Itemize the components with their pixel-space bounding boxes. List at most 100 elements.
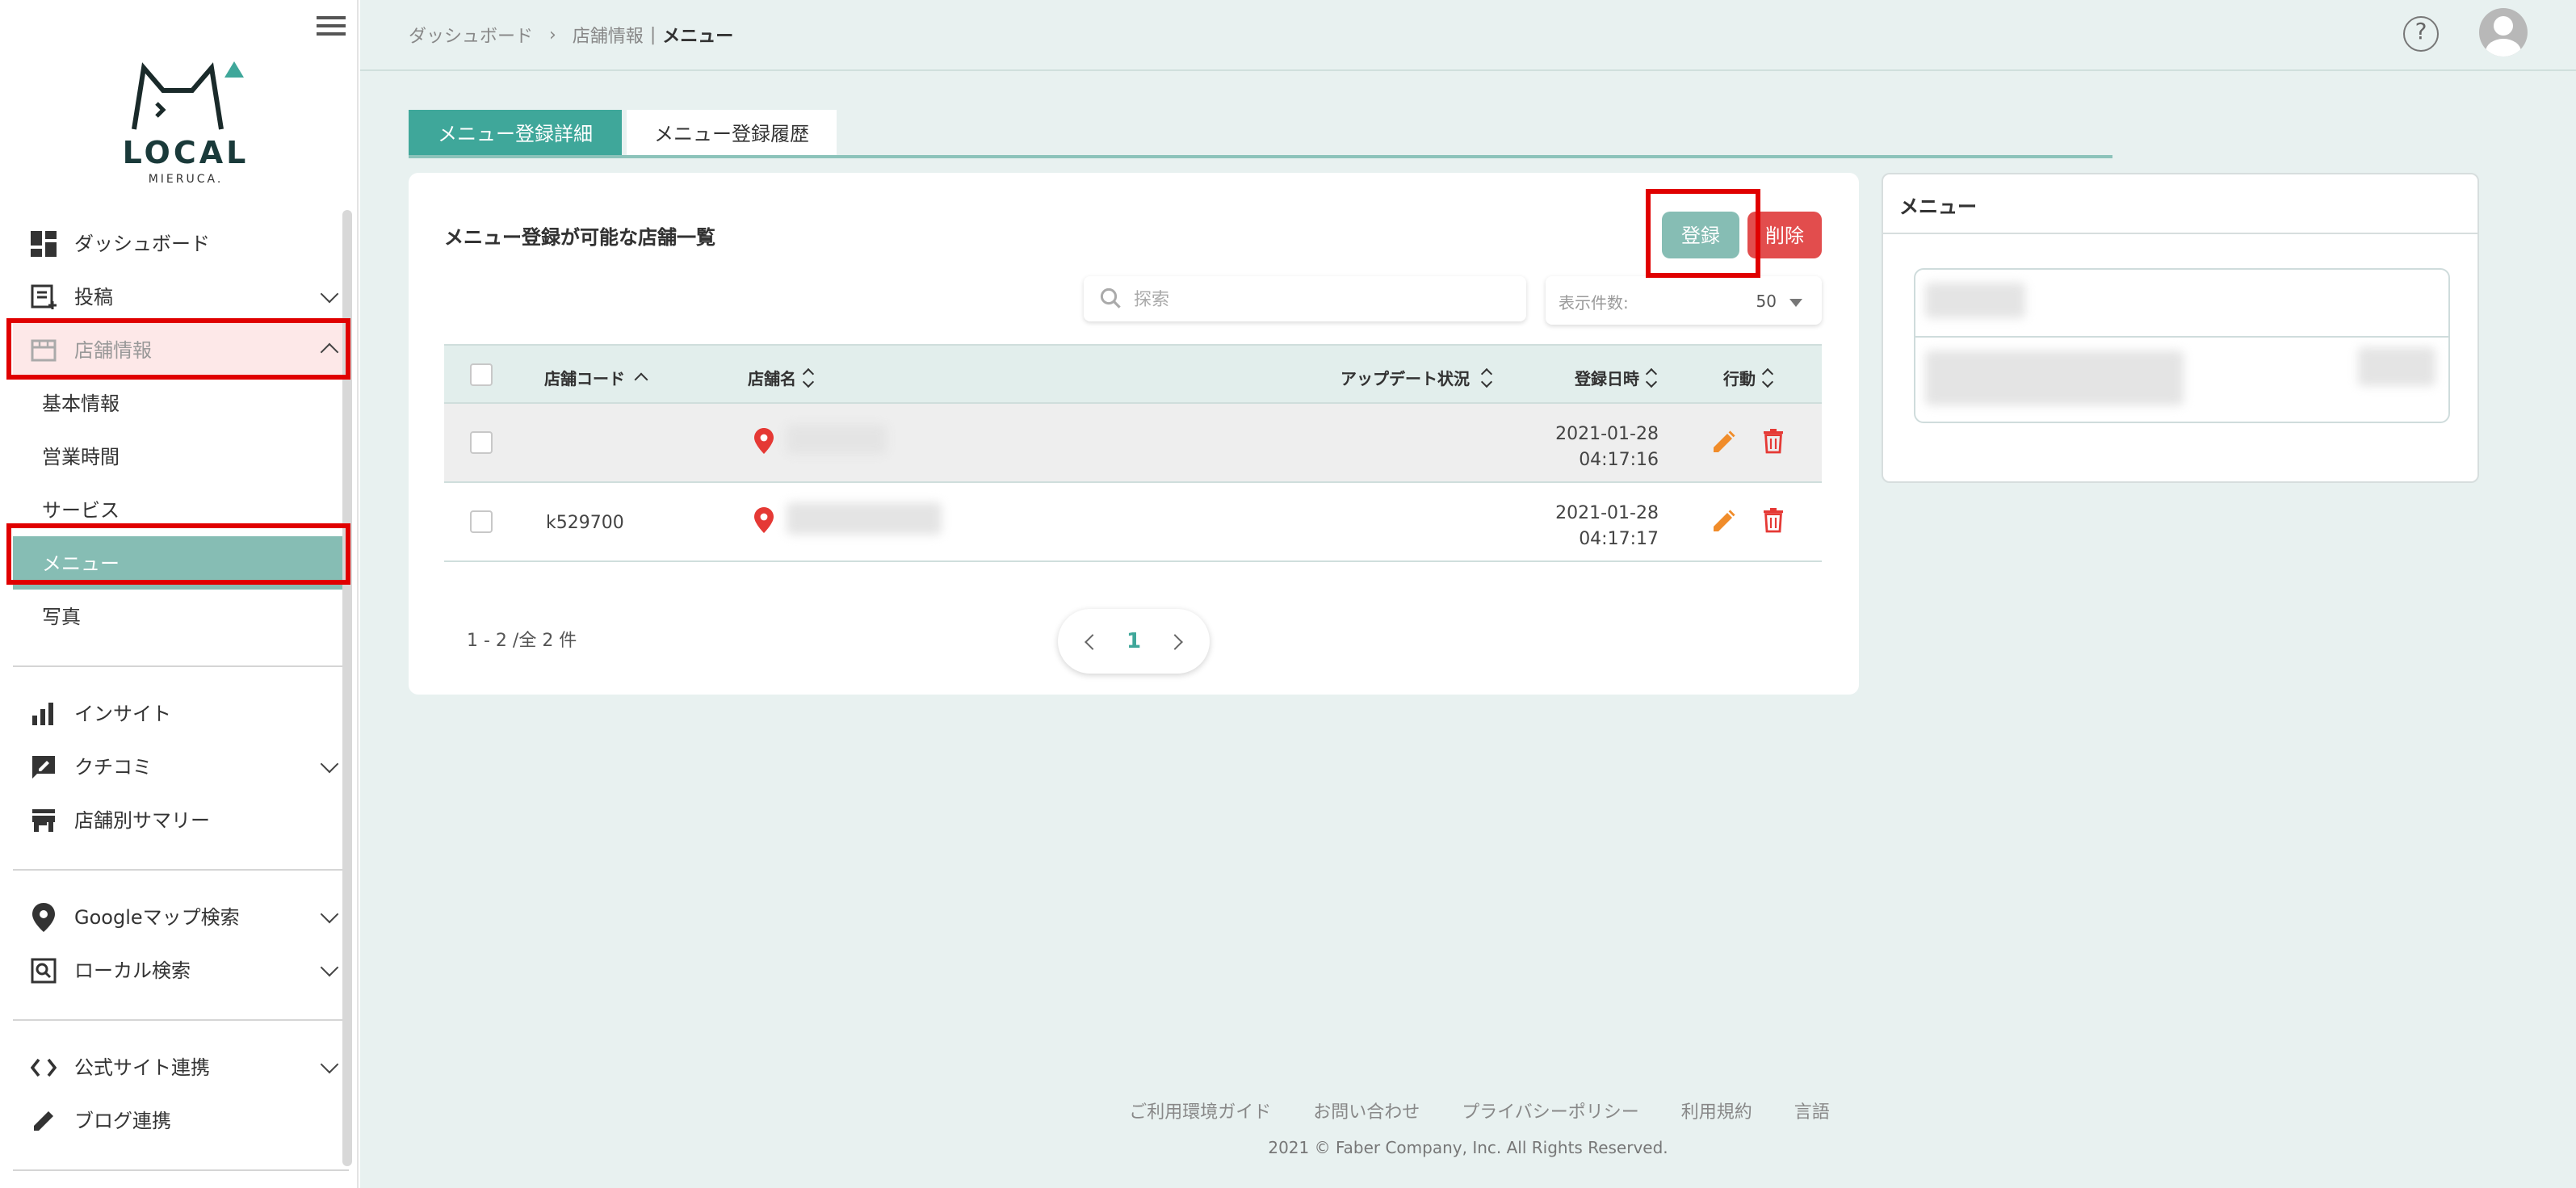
map-pin-icon	[29, 902, 58, 931]
sidebar-item-label: クチコミ	[74, 756, 153, 779]
sidebar-item-posts[interactable]: 投稿	[13, 270, 349, 323]
register-button[interactable]: 登録	[1662, 212, 1739, 258]
pencil-icon	[29, 1106, 58, 1135]
col-update-header[interactable]: アップデート状況	[1340, 365, 1492, 389]
map-pin-icon	[754, 428, 774, 454]
tab-menu-details[interactable]: メニュー登録詳細	[409, 110, 622, 155]
date-text: 2021-01-28	[1555, 502, 1659, 523]
per-page-select[interactable]: 表示件数: 50	[1546, 276, 1822, 325]
sort-asc-icon	[634, 372, 648, 387]
sidebar-item-reviews[interactable]: クチコミ	[13, 740, 349, 793]
sidebar-item-insights[interactable]: インサイト	[13, 686, 349, 740]
delete-trash-icon[interactable]	[1762, 428, 1785, 454]
tab-menu-history[interactable]: メニュー登録履歴	[627, 110, 837, 155]
table-row[interactable]: k529700 2021-01-28 04:17:17	[444, 483, 1822, 562]
review-icon	[29, 752, 58, 781]
result-count: 1 - 2 /全 2 件	[467, 630, 577, 651]
logo-subtext: MIERUCA.	[148, 173, 224, 186]
col-action-header[interactable]: 行動	[1723, 365, 1773, 389]
row-checkbox[interactable]	[470, 431, 493, 454]
sidebar-item-label: ダッシュボード	[74, 233, 211, 255]
store-list-card: メニュー登録が可能な店舗一覧 登録 削除 表示件数: 50 店舗コード	[409, 173, 1859, 695]
help-icon[interactable]: ?	[2403, 16, 2439, 52]
sort-icon	[1483, 369, 1492, 385]
sidebar-item-local-search[interactable]: ローカル検索	[13, 943, 349, 997]
breadcrumb-section[interactable]: 店舗情報	[573, 22, 644, 48]
sidebar-item-label: 基本情報	[42, 393, 120, 415]
time-text: 04:17:17	[1579, 528, 1659, 549]
sidebar-item-official-site[interactable]: 公式サイト連携	[13, 1040, 349, 1094]
edit-pencil-icon[interactable]	[1710, 509, 1736, 535]
sidebar-item-basic-info[interactable]: 基本情報	[13, 376, 349, 430]
menu-list-box	[1914, 268, 2450, 423]
sidebar-item-label: 店舗情報	[74, 339, 153, 362]
footer-links: ご利用環境ガイド お問い合わせ プライバシーポリシー 利用規約 言語	[383, 1098, 2576, 1124]
blurred-menu-price	[2358, 347, 2435, 386]
sidebar: LOCAL MIERUCA. ダッシュボード 投稿 店舗情報 基本情報 営業時間…	[0, 0, 359, 1188]
per-page-value: 50	[1756, 294, 1777, 312]
chevron-up-icon	[320, 342, 339, 362]
page-number[interactable]: 1	[1126, 629, 1141, 653]
search-icon	[1100, 283, 1121, 314]
menu-panel-title: メニュー	[1883, 174, 2477, 234]
footer-link-terms[interactable]: 利用規約	[1681, 1098, 1752, 1124]
search-input[interactable]	[1134, 288, 1489, 309]
breadcrumb-home[interactable]: ダッシュボード	[409, 22, 533, 48]
card-title: メニュー登録が可能な店舗一覧	[444, 226, 716, 249]
col-date-label: 登録日時	[1575, 372, 1639, 389]
sidebar-item-store-info[interactable]: 店舗情報	[13, 323, 349, 376]
dashboard-icon	[29, 229, 58, 258]
sidebar-item-blog[interactable]: ブログ連携	[13, 1094, 349, 1147]
next-page-icon[interactable]	[1167, 633, 1183, 649]
delete-button[interactable]: 削除	[1747, 212, 1822, 258]
store-icon	[29, 335, 58, 364]
sidebar-item-photos[interactable]: 写真	[13, 590, 349, 643]
sidebar-item-label: インサイト	[74, 703, 172, 725]
prev-page-icon[interactable]	[1085, 633, 1101, 649]
sort-icon	[804, 369, 814, 385]
sidebar-item-label: 公式サイト連携	[74, 1056, 211, 1079]
sidebar-item-label: ローカル検索	[74, 959, 191, 982]
sidebar-item-menu[interactable]: メニュー	[13, 536, 349, 590]
select-all-checkbox[interactable]	[470, 363, 493, 386]
row-checkbox[interactable]	[470, 510, 493, 533]
footer: ご利用環境ガイド お問い合わせ プライバシーポリシー 利用規約 言語 2021 …	[360, 1098, 2576, 1158]
breadcrumb-divider: |	[649, 24, 657, 45]
col-code-header[interactable]: 店舗コード	[544, 365, 648, 389]
delete-trash-icon[interactable]	[1762, 507, 1785, 533]
blurred-menu-item	[1925, 283, 2025, 318]
table-row[interactable]: 2021-01-28 04:17:16	[444, 404, 1822, 483]
search-box	[1084, 276, 1526, 321]
col-name-header[interactable]: 店舗名	[748, 365, 814, 389]
divider	[13, 869, 349, 871]
store-code: k529700	[546, 512, 624, 533]
search-box-icon	[29, 955, 58, 984]
col-action-label: 行動	[1723, 372, 1756, 389]
sidebar-item-store-summary[interactable]: 店舗別サマリー	[13, 793, 349, 846]
blurred-store-name	[787, 425, 887, 454]
sidebar-nav: ダッシュボード 投稿 店舗情報 基本情報 営業時間 サービス メニュー 写真 イ…	[13, 216, 349, 1188]
table-header: 店舗コード 店舗名 アップデート状況 登録日時 行動	[444, 344, 1822, 404]
post-icon	[29, 282, 58, 311]
footer-link-guide[interactable]: ご利用環境ガイド	[1129, 1098, 1271, 1124]
sidebar-scrollbar[interactable]	[342, 210, 352, 1166]
store-table: 店舗コード 店舗名 アップデート状況 登録日時 行動 2021-01-28 04…	[444, 344, 1822, 562]
menu-toggle-icon[interactable]	[317, 13, 346, 39]
tab-bar: メニュー登録詳細 メニュー登録履歴	[409, 110, 2112, 158]
sidebar-item-dashboard[interactable]: ダッシュボード	[13, 216, 349, 270]
sidebar-item-services[interactable]: サービス	[13, 483, 349, 536]
sidebar-item-business-hours[interactable]: 営業時間	[13, 430, 349, 483]
storefront-icon	[29, 805, 58, 834]
sidebar-item-google-maps-search[interactable]: Googleマップ検索	[13, 890, 349, 943]
logo[interactable]: LOCAL MIERUCA.	[97, 58, 275, 200]
footer-link-language[interactable]: 言語	[1794, 1098, 1830, 1124]
col-code-label: 店舗コード	[544, 372, 625, 389]
footer-link-privacy[interactable]: プライバシーポリシー	[1462, 1098, 1639, 1124]
chevron-down-icon	[320, 284, 339, 304]
sidebar-item-label: 投稿	[74, 286, 114, 309]
footer-link-contact[interactable]: お問い合わせ	[1313, 1098, 1420, 1124]
edit-pencil-icon[interactable]	[1710, 430, 1736, 455]
col-date-header[interactable]: 登録日時	[1575, 365, 1657, 389]
avatar[interactable]	[2479, 8, 2528, 57]
date-text: 2021-01-28	[1555, 423, 1659, 444]
